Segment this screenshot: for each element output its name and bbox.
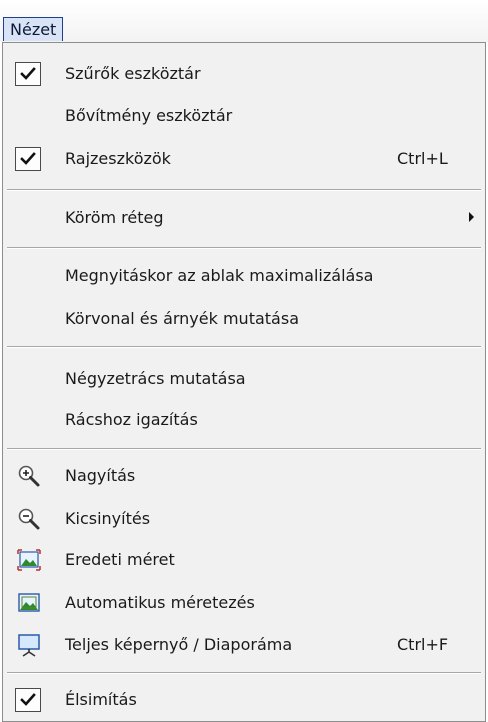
menu-item-label: Rajzeszközök: [65, 149, 171, 168]
checkmark-icon: [20, 67, 36, 80]
menu-bar: Nézet: [0, 0, 488, 42]
original-size-icon: [17, 549, 41, 571]
menu-item-maximize-on-open[interactable]: Megnyitáskor az ablak maximalizálása: [3, 261, 485, 291]
menu-separator: [7, 448, 481, 450]
menu-item-label: Nagyítás: [65, 466, 136, 485]
menu-item-filters-toolbar[interactable]: Szűrők eszköztár: [3, 59, 485, 89]
submenu-arrow-icon: [469, 212, 474, 222]
shortcut-label: Ctrl+L: [397, 149, 448, 168]
menu-nezet[interactable]: Nézet: [3, 17, 64, 41]
menu-item-label: Köröm réteg: [65, 208, 164, 227]
menu-item-label: Szűrők eszköztár: [65, 64, 201, 83]
checkbox-checked: [15, 147, 41, 171]
menu-separator: [7, 672, 481, 674]
fullscreen-icon: [18, 634, 40, 657]
auto-resize-icon: [18, 593, 40, 612]
checkmark-icon: [20, 152, 36, 165]
menu-item-label: Rácshoz igazítás: [65, 410, 198, 429]
menu-item-label: Automatikus méretezés: [65, 593, 255, 612]
zoom-out-icon: [18, 508, 40, 530]
menu-item-snap-to-grid[interactable]: Rácshoz igazítás: [3, 405, 485, 435]
checkmark-icon: [20, 693, 36, 706]
zoom-in-icon: [18, 465, 40, 487]
menu-item-zoom-out[interactable]: Kicsinyítés: [3, 504, 485, 534]
menu-item-label: Négyzetrács mutatása: [65, 369, 246, 388]
menu-item-label: Körvonal és árnyék mutatása: [65, 309, 299, 328]
menu-item-drawing-tools[interactable]: Rajzeszközök Ctrl+L: [3, 144, 485, 174]
view-dropdown-menu: Szűrők eszköztár Bővítmény eszköztár Raj…: [2, 42, 486, 722]
menu-item-plugin-toolbar[interactable]: Bővítmény eszköztár: [3, 101, 485, 131]
menu-item-auto-resize[interactable]: Automatikus méretezés: [3, 588, 485, 618]
menu-item-layer-submenu[interactable]: Köröm réteg: [3, 203, 485, 233]
menu-item-fullscreen-slideshow[interactable]: Teljes képernyő / Diaporáma Ctrl+F: [3, 630, 485, 660]
menu-item-label: Élsimítás: [65, 690, 137, 709]
checkbox-checked: [15, 62, 41, 86]
menu-separator: [7, 247, 481, 249]
menu-item-original-size[interactable]: Eredeti méret: [3, 545, 485, 575]
menu-item-show-outline-shadow[interactable]: Körvonal és árnyék mutatása: [3, 304, 485, 334]
menu-item-label: Megnyitáskor az ablak maximalizálása: [65, 266, 374, 285]
menu-item-show-grid[interactable]: Négyzetrács mutatása: [3, 364, 485, 394]
menu-item-label: Bővítmény eszköztár: [65, 106, 233, 125]
menu-item-label: Kicsinyítés: [65, 509, 151, 528]
menu-item-label: Eredeti méret: [65, 550, 175, 569]
menu-separator: [7, 189, 481, 191]
menu-item-antialiasing[interactable]: Élsimítás: [3, 685, 485, 715]
menu-separator: [7, 346, 481, 348]
menu-item-zoom-in[interactable]: Nagyítás: [3, 461, 485, 491]
checkbox-checked: [15, 688, 41, 712]
menu-item-label: Teljes képernyő / Diaporáma: [65, 635, 293, 654]
shortcut-label: Ctrl+F: [397, 635, 449, 654]
